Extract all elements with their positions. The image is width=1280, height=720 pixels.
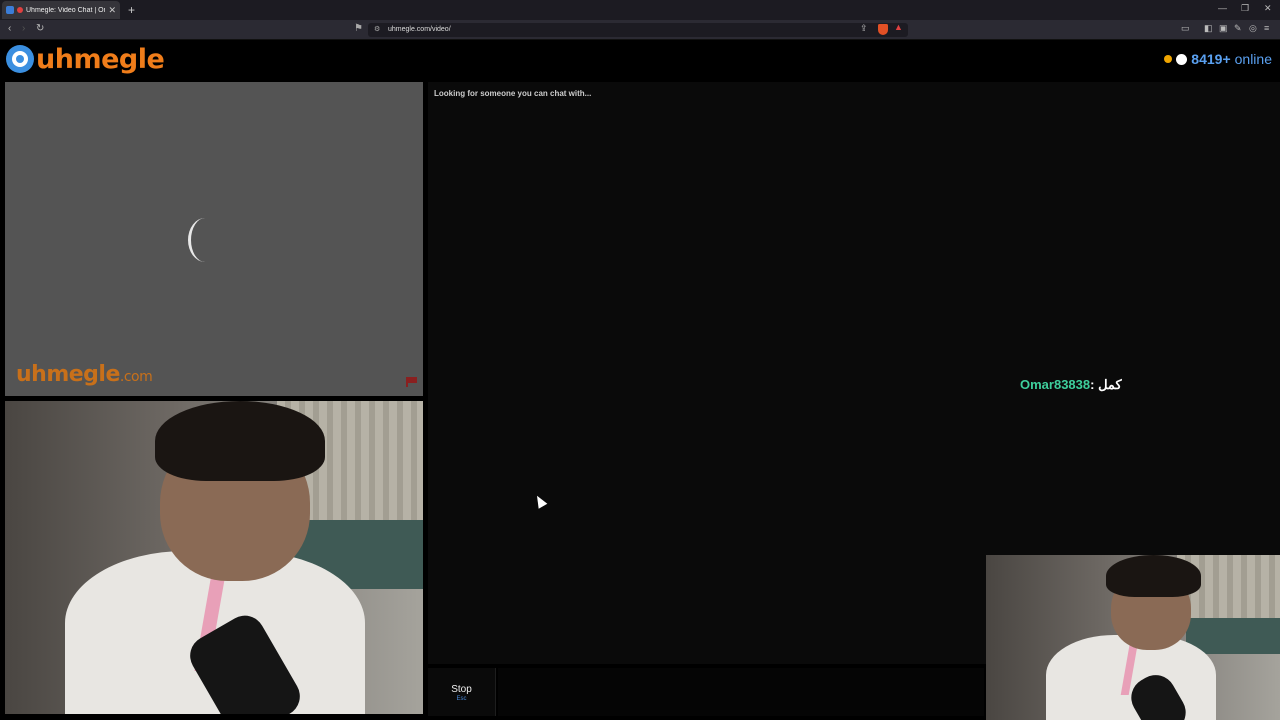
logo-text: uhmegle [36,43,165,75]
stop-button[interactable]: Stop Esc [428,668,496,716]
address-bar[interactable]: ⚙ uhmegle.com/video/ [368,23,908,37]
self-preview-pip[interactable] [986,555,1280,720]
browser-tab-bar: Uhmegle: Video Chat | Omeg ✕ + — ❐ ✕ [0,0,1280,20]
tab-title: Uhmegle: Video Chat | Omeg [26,6,105,14]
online-counter: 8419+ online [1164,51,1272,67]
back-icon[interactable]: ‹ [8,23,11,34]
recording-indicator-icon [17,7,23,13]
stop-label: Stop [451,684,472,695]
extensions-icon[interactable]: ✎ [1234,23,1242,34]
close-tab-icon[interactable]: ✕ [108,5,116,16]
chat-controls: Stop Esc [428,668,984,720]
browser-tab[interactable]: Uhmegle: Video Chat | Omeg ✕ [2,1,120,19]
watermark-text: uhmegle [16,362,120,387]
maximize-window-icon[interactable]: ❐ [1241,3,1249,14]
self-video [5,401,423,714]
menu-icon[interactable]: ≡ [1264,23,1269,33]
site-logo[interactable]: uhmegle [6,43,165,75]
brave-rewards-icon[interactable]: ▲ [894,22,903,32]
chat-status: Looking for someone you can chat with... [434,89,592,98]
site-favicon-icon [6,6,14,14]
message-separator: : [1090,377,1099,392]
report-flag-icon[interactable] [406,377,418,387]
browser-nav-bar: ‹ › ↻ ⚑ ⚙ uhmegle.com/video/ ⇪ ▲ ▭ ◧ ▣ ✎… [0,20,1280,40]
watermark-suffix: .com [119,369,153,385]
reload-icon[interactable]: ↻ [36,23,44,34]
brave-shield-icon[interactable] [878,24,888,35]
online-label: online [1234,51,1272,67]
loading-spinner-icon [188,218,222,262]
online-count: 8419+ [1191,51,1231,67]
url-text: uhmegle.com/video/ [388,26,451,33]
minimize-window-icon[interactable]: — [1218,3,1227,13]
reader-mode-icon[interactable]: ▭ [1181,23,1190,34]
close-window-icon[interactable]: ✕ [1264,3,1272,14]
stranger-video: uhmegle.com [5,82,423,396]
chat-message: Omar83838: كمل [1020,377,1122,393]
stop-shortcut: Esc [456,696,467,702]
share-icon[interactable]: ⇪ [860,23,868,34]
wallet-icon[interactable]: ▣ [1219,23,1228,34]
message-username: Omar83838 [1020,377,1091,392]
person-hair [155,401,325,481]
message-text: كمل [1098,377,1122,392]
status-dot-icon [1164,55,1173,63]
message-input[interactable] [498,668,984,716]
logo-bubble-icon [6,45,34,73]
sidebar-icon[interactable]: ◧ [1204,23,1213,34]
video-watermark: uhmegle.com [16,362,153,387]
vpn-icon[interactable]: ◎ [1249,23,1257,34]
forward-icon[interactable]: › [22,23,25,34]
new-tab-icon[interactable]: + [128,3,135,17]
pip-person-hair [1106,555,1201,597]
bookmark-icon[interactable]: ⚑ [354,23,363,34]
site-info-icon[interactable]: ⚙ [374,23,380,37]
theme-toggle-icon[interactable] [1176,53,1188,65]
